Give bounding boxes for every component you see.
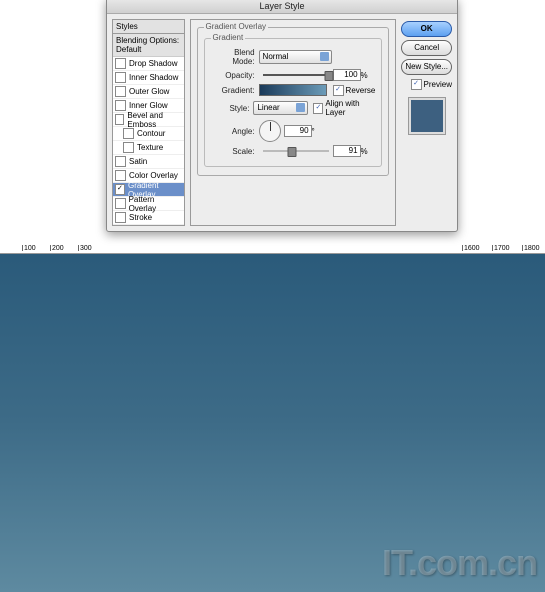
- style-checkbox[interactable]: [115, 86, 126, 97]
- dialog-titlebar[interactable]: Layer Style: [107, 0, 457, 14]
- angle-label: Angle:: [211, 127, 255, 136]
- horizontal-ruler: 100 200 300 1600 1700 1800: [0, 243, 545, 254]
- style-label: Satin: [129, 157, 147, 166]
- align-label: Align with Layer: [325, 99, 375, 117]
- style-checkbox[interactable]: [123, 142, 134, 153]
- angle-input[interactable]: 90: [284, 125, 312, 137]
- dialog-buttons: OK Cancel New Style... Preview: [401, 19, 452, 226]
- style-label: Color Overlay: [129, 171, 178, 180]
- style-item-drop-shadow[interactable]: Drop Shadow: [113, 57, 184, 71]
- ruler-tick: 300: [78, 245, 92, 251]
- style-label: Bevel and Emboss: [127, 111, 181, 129]
- scale-slider[interactable]: [263, 150, 329, 152]
- style-item-pattern-overlay[interactable]: Pattern Overlay: [113, 197, 184, 211]
- scale-unit: %: [361, 147, 368, 156]
- opacity-input[interactable]: 100: [333, 69, 361, 81]
- panel-title: Gradient Overlay: [204, 22, 268, 31]
- style-checkbox[interactable]: [115, 198, 126, 209]
- canvas-gradient-bg: [0, 250, 545, 592]
- style-label: Drop Shadow: [129, 59, 177, 68]
- style-checkbox[interactable]: [115, 184, 125, 195]
- style-item-bevel-and-emboss[interactable]: Bevel and Emboss: [113, 113, 184, 127]
- watermark: IT.com.cn: [382, 542, 537, 584]
- opacity-label: Opacity:: [211, 71, 255, 80]
- ruler-tick: 1800: [522, 245, 540, 251]
- style-label: Style:: [211, 104, 250, 113]
- styles-list: Styles Blending Options: Default Drop Sh…: [112, 19, 185, 226]
- ruler-tick: 1600: [462, 245, 480, 251]
- style-label: Texture: [137, 143, 163, 152]
- style-select[interactable]: Linear: [253, 101, 307, 115]
- gradient-swatch[interactable]: [259, 84, 327, 96]
- style-item-texture[interactable]: Texture: [113, 141, 184, 155]
- opacity-unit: %: [361, 71, 368, 80]
- style-checkbox[interactable]: [115, 72, 126, 83]
- ruler-tick: 1700: [492, 245, 510, 251]
- gradient-group-label: Gradient: [211, 33, 246, 42]
- styles-header[interactable]: Styles: [113, 20, 184, 34]
- blend-mode-label: Blend Mode:: [211, 48, 255, 66]
- cancel-button[interactable]: Cancel: [401, 40, 452, 56]
- ruler-tick: 200: [50, 245, 64, 251]
- style-checkbox[interactable]: [115, 114, 124, 125]
- angle-dial[interactable]: [259, 120, 281, 142]
- align-checkbox[interactable]: [313, 103, 323, 114]
- style-label: Inner Glow: [129, 101, 168, 110]
- gradient-label: Gradient:: [211, 86, 255, 95]
- style-item-stroke[interactable]: Stroke: [113, 211, 184, 225]
- opacity-slider[interactable]: [263, 74, 329, 76]
- reverse-label: Reverse: [346, 86, 376, 95]
- style-label: Inner Shadow: [129, 73, 178, 82]
- new-style-button[interactable]: New Style...: [401, 59, 452, 75]
- reverse-checkbox[interactable]: [333, 85, 344, 96]
- style-item-inner-shadow[interactable]: Inner Shadow: [113, 71, 184, 85]
- layer-style-dialog: Layer Style Styles Blending Options: Def…: [106, 0, 458, 232]
- style-label: Outer Glow: [129, 87, 169, 96]
- style-label: Contour: [137, 129, 165, 138]
- blend-mode-select[interactable]: Normal: [259, 50, 332, 64]
- blending-options-header[interactable]: Blending Options: Default: [113, 34, 184, 57]
- style-checkbox[interactable]: [115, 156, 126, 167]
- style-label: Pattern Overlay: [129, 195, 182, 213]
- angle-unit: °: [312, 127, 315, 136]
- preview-label: Preview: [424, 80, 452, 89]
- style-item-outer-glow[interactable]: Outer Glow: [113, 85, 184, 99]
- style-checkbox[interactable]: [115, 100, 126, 111]
- scale-input[interactable]: 91: [333, 145, 361, 157]
- scale-label: Scale:: [211, 147, 255, 156]
- style-checkbox[interactable]: [115, 58, 126, 69]
- preview-checkbox[interactable]: [411, 79, 422, 90]
- settings-panel: Gradient Overlay Gradient Blend Mode: No…: [190, 19, 397, 226]
- style-item-contour[interactable]: Contour: [113, 127, 184, 141]
- ok-button[interactable]: OK: [401, 21, 452, 37]
- style-checkbox[interactable]: [115, 212, 126, 223]
- style-checkbox[interactable]: [115, 170, 126, 181]
- style-label: Stroke: [129, 213, 152, 222]
- style-item-satin[interactable]: Satin: [113, 155, 184, 169]
- ruler-tick: 100: [22, 245, 36, 251]
- preview-swatch: [408, 97, 446, 135]
- style-checkbox[interactable]: [123, 128, 134, 139]
